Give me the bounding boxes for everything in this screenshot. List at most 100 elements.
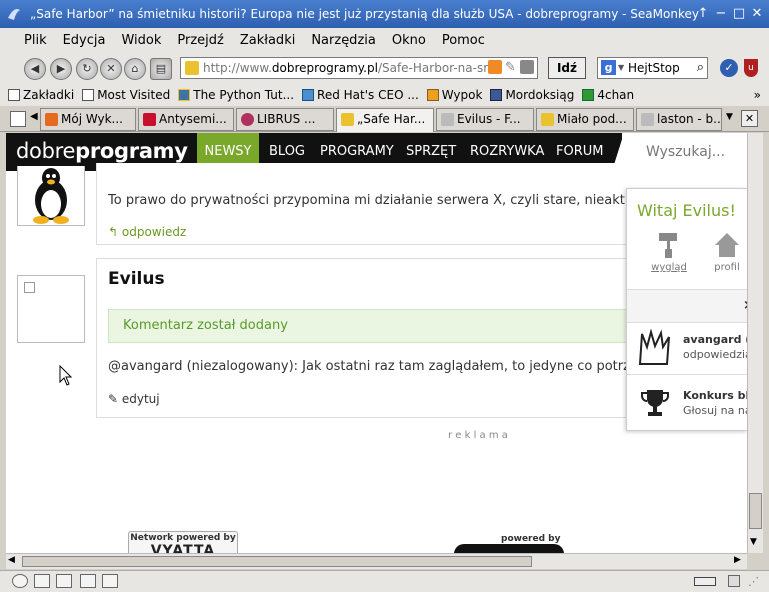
powered-by-label: powered by (501, 534, 561, 544)
tab-moj-wykop[interactable]: Mój Wyk... (40, 108, 136, 131)
bookmark-python[interactable]: The Python Tut... (178, 88, 294, 102)
url-dropdown-icon[interactable] (520, 60, 534, 74)
magnifier-icon[interactable]: ⌕ (697, 58, 704, 78)
reload-icon[interactable]: ↻ (76, 58, 98, 80)
comment-author[interactable]: Evilus (108, 269, 165, 289)
new-tab-icon[interactable] (10, 111, 26, 127)
menu-narzedzia[interactable]: Narzędzia (311, 33, 376, 48)
bookmark-most-visited[interactable]: Most Visited (82, 88, 170, 102)
stop-icon[interactable]: ✕ (100, 58, 122, 80)
ublock-icon[interactable]: u (744, 59, 758, 77)
bookmark-label: Mordoksiąg (505, 88, 575, 102)
tab-label: Miało pod... (557, 112, 627, 126)
site-search-input[interactable]: Wyszukaj... (622, 133, 747, 171)
menu-zakladki[interactable]: Zakładki (240, 33, 295, 48)
composer-icon[interactable] (56, 574, 72, 588)
url-input[interactable]: http://www.dobreprogramy.pl/Safe-Harbor-… (180, 57, 538, 79)
print-icon[interactable]: ▤ (150, 58, 172, 80)
bookmark-redhat[interactable]: Red Hat's CEO ... (302, 88, 419, 102)
paint-roller-icon (659, 233, 677, 258)
rss-icon[interactable] (488, 60, 502, 74)
reply-icon: ↰ (108, 225, 122, 239)
site-favicon-icon (185, 61, 199, 75)
notification-contest[interactable]: Konkurs blo Głosuj na na (627, 375, 747, 430)
irc-icon[interactable] (102, 574, 118, 588)
tab-label: Evilus - F... (457, 112, 521, 126)
menu-przejdz[interactable]: Przejdź (177, 33, 223, 48)
search-input[interactable]: g ▼ HejtStop ⌕ (597, 57, 708, 79)
horizontal-scrollbar[interactable]: ◀ ▶ (6, 553, 747, 569)
vertical-scrollbar[interactable]: ▼ (747, 133, 763, 553)
notification-title: Konkurs blo (683, 389, 747, 402)
tab-librus[interactable]: LIBRUS ... (236, 108, 334, 131)
browser-icon[interactable] (12, 574, 28, 588)
url-prefix: http://www. (203, 61, 272, 75)
window-minimize-button[interactable]: − (712, 5, 730, 23)
menu-edycja[interactable]: Edycja (63, 33, 106, 48)
notification-title: avangard (ni (683, 333, 747, 346)
window-up-icon[interactable]: ↑ (694, 5, 712, 23)
bookmark-tag-icon[interactable]: ✎ (505, 60, 516, 75)
citrix-logo[interactable] (454, 544, 564, 553)
scroll-right-icon[interactable]: ▶ (734, 555, 741, 565)
site-logo[interactable]: dobreprogramy (16, 139, 188, 163)
tabs-scroll-left-icon[interactable]: ◀ (30, 111, 38, 122)
reply-link[interactable]: ↰ odpowiedz (108, 225, 186, 239)
mail-icon[interactable] (34, 574, 50, 588)
dobreprogramy-icon (341, 113, 354, 126)
notification-subtitle: Głosuj na na (683, 404, 747, 417)
addon-icon[interactable]: ✓ (720, 59, 738, 77)
bookmark-mordoksiag[interactable]: Mordoksiąg (490, 88, 574, 102)
notification-subtitle: odpowiedzia (683, 348, 747, 361)
trophy-icon (641, 390, 669, 416)
comment-text: To prawo do prywatności przypomina mi dz… (108, 193, 661, 208)
vyatta-badge[interactable]: Network powered by VYATTA (128, 531, 238, 553)
scroll-left-icon[interactable]: ◀ (8, 555, 15, 565)
padlock-icon (728, 575, 740, 587)
forward-icon[interactable]: ▶ (50, 58, 72, 80)
search-engine-dropdown-icon[interactable]: ▼ (618, 58, 624, 78)
page-content: dobreprogramy NEWSY BLOG PROGRAMY SPRZĘT… (6, 133, 747, 553)
url-path: /Safe-Harbor-na-smi (377, 61, 499, 75)
bookmark-4chan[interactable]: 4chan (582, 88, 634, 102)
avatar-tux (17, 166, 85, 226)
bookmark-label: Wypok (441, 88, 483, 102)
bookmark-wypok[interactable]: Wypok (426, 88, 483, 102)
home-icon (715, 233, 739, 257)
window-maximize-button[interactable]: □ (730, 5, 748, 23)
home-icon[interactable]: ⌂ (124, 58, 146, 80)
tab-antysemi[interactable]: Antysemi... (138, 108, 234, 131)
horizontal-scroll-thumb[interactable] (22, 556, 532, 567)
profile-button[interactable]: profil (709, 231, 745, 273)
look-button[interactable]: wygląd (649, 231, 689, 273)
broken-image-icon (24, 282, 35, 293)
window-titlebar: „Safe Harbor” na śmietniku historii? Eur… (0, 0, 769, 28)
comment-text: @avangard (niezalogowany): Jak ostatni r… (108, 359, 663, 374)
dobreprogramy-icon (541, 113, 554, 126)
menu-plik[interactable]: Plik (24, 33, 47, 48)
menu-pomoc[interactable]: Pomoc (442, 33, 485, 48)
back-icon[interactable]: ◀ (24, 58, 46, 80)
close-tab-icon[interactable]: ✕ (741, 110, 758, 127)
tab-evilus[interactable]: Evilus - F... (436, 108, 534, 131)
scroll-down-icon[interactable]: ▼ (750, 537, 757, 547)
reply-label: odpowiedz (121, 225, 187, 239)
menu-widok[interactable]: Widok (121, 33, 161, 48)
window-close-button[interactable]: ✕ (748, 5, 766, 23)
bookmark-zakladki[interactable]: Zakładki (8, 88, 74, 102)
tab-safe-harbor[interactable]: „Safe Har... (336, 108, 434, 132)
menu-okno[interactable]: Okno (392, 33, 426, 48)
avangard-avatar-icon (638, 329, 670, 365)
bookmarks-overflow-icon[interactable]: » (754, 88, 761, 102)
tab-laston[interactable]: laston - b... (636, 108, 722, 131)
go-button[interactable]: Idź (548, 57, 586, 79)
folder-icon (8, 89, 20, 101)
addressbook-icon[interactable] (80, 574, 96, 588)
panel-greeting: Witaj Evilus! (637, 201, 736, 220)
seamonkey-icon (6, 6, 22, 22)
vertical-scroll-thumb[interactable] (749, 493, 762, 529)
tab-mialo-pod[interactable]: Miało pod... (536, 108, 634, 131)
notification-reply[interactable]: avangard (ni odpowiedzia (627, 323, 747, 375)
edit-link[interactable]: ✎ edytuj (108, 392, 160, 406)
tabs-list-icon[interactable]: ▼ (726, 112, 733, 122)
